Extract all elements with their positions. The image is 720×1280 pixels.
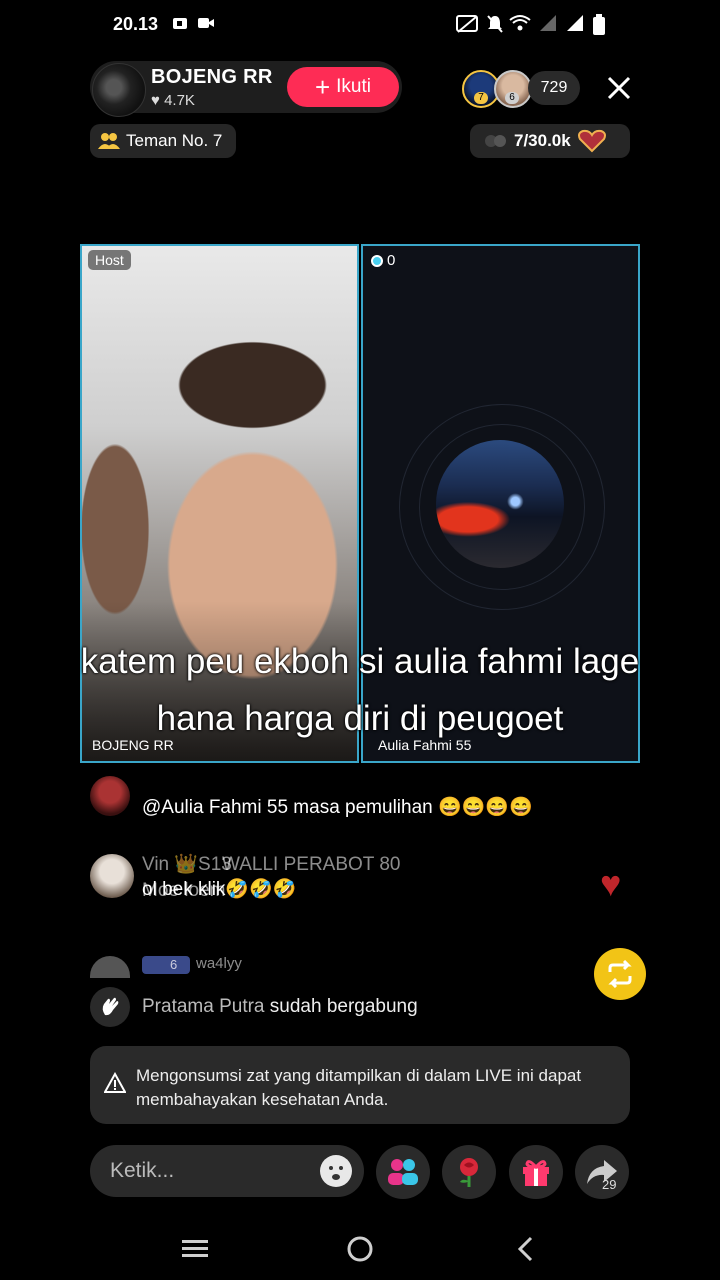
emoji-button[interactable] xyxy=(320,1155,352,1187)
comment-avatar-2[interactable] xyxy=(90,854,134,898)
warning-icon xyxy=(103,1071,127,1094)
status-time: 20.13 xyxy=(113,14,159,34)
notification-icon xyxy=(172,14,188,37)
signal-icon-1 xyxy=(538,14,558,37)
people-icon xyxy=(98,133,120,149)
teman-pill[interactable]: Teman No. 7 xyxy=(90,124,236,158)
home-icon xyxy=(347,1236,373,1262)
comment-user-b[interactable]: WALLI PERABOT 80 xyxy=(222,854,400,876)
wave-icon xyxy=(90,987,130,1027)
guest-score-value: 0 xyxy=(387,252,396,269)
battery-icon xyxy=(592,14,606,41)
recent-apps-button[interactable] xyxy=(181,1238,209,1265)
comment-mention: @Aulia Fahmi 55 masa pemulihan 😄😄😄😄 xyxy=(142,797,533,818)
mute-icon xyxy=(486,14,504,39)
host-tag: Host xyxy=(88,250,131,270)
teman-label: Teman No. 7 xyxy=(126,131,223,150)
comment-level-badge: 6 xyxy=(142,956,190,974)
team-avatars-icon xyxy=(485,135,506,147)
host-name[interactable]: BOJENG RR xyxy=(151,66,273,89)
chat-placeholder: Ketik... xyxy=(110,1159,175,1182)
viewer-badge-2: 6 xyxy=(505,92,519,104)
host-likes: ♥ 4.7K xyxy=(151,92,195,109)
rose-icon xyxy=(460,1158,478,1187)
host-likes-count: 4.7K xyxy=(164,92,195,109)
comment-user-a[interactable]: Vin 👑S13 xyxy=(142,852,232,876)
heart-icon: ♥ xyxy=(151,92,160,109)
signal-icon-2 xyxy=(565,14,585,37)
cast-icon xyxy=(455,14,479,39)
guest-request-button[interactable] xyxy=(376,1145,430,1199)
plus-icon: + xyxy=(314,72,331,102)
emoji-icon xyxy=(321,1156,351,1186)
join-notice: Pratama Putra sudah bergabung xyxy=(142,996,418,1018)
join-user-name[interactable]: Pratama Putra xyxy=(142,996,265,1017)
score-icon xyxy=(371,254,383,267)
gift-icon xyxy=(523,1160,549,1186)
rank-progress: 7/30.0k xyxy=(514,131,571,150)
gift-heart-icon xyxy=(577,129,606,153)
back-icon xyxy=(517,1236,533,1262)
comment-user-c[interactable]: wa4lyy xyxy=(196,955,242,972)
floating-heart-icon: ♥ xyxy=(600,863,622,904)
follow-button[interactable]: + Ikuti xyxy=(287,67,399,107)
viewer-count: 729 xyxy=(540,79,568,96)
gift-button[interactable] xyxy=(509,1145,563,1199)
home-button[interactable] xyxy=(346,1235,374,1268)
back-button[interactable] xyxy=(516,1236,536,1267)
guest-avatar[interactable] xyxy=(436,440,564,568)
viewer-badge-1: 7 xyxy=(474,92,488,104)
wifi-icon xyxy=(509,14,531,37)
repost-button[interactable] xyxy=(594,948,646,1000)
join-text: sudah bergabung xyxy=(269,996,418,1017)
close-button[interactable] xyxy=(602,70,636,106)
people-add-icon xyxy=(388,1159,418,1185)
video-record-icon xyxy=(197,14,215,37)
comment-avatar-1[interactable] xyxy=(90,776,130,816)
comment-avatar-3[interactable] xyxy=(90,956,130,978)
health-warning-banner: Mengonsumsi zat yang ditampilkan di dala… xyxy=(90,1046,630,1124)
rank-progress-pill[interactable]: 7/30.0k xyxy=(470,124,630,158)
repost-icon xyxy=(608,960,632,988)
close-icon xyxy=(607,76,631,100)
rose-gift-button[interactable] xyxy=(442,1145,496,1199)
comment-text-b: Moe loem xyxy=(142,880,226,901)
guest-score: 0 xyxy=(371,252,395,269)
recent-apps-icon xyxy=(182,1240,208,1257)
follow-label: Ikuti xyxy=(336,76,372,97)
host-avatar[interactable] xyxy=(92,63,146,117)
share-count: 29 xyxy=(602,1177,617,1192)
video-caption-overlay: katem peu ekboh si aulia fahmi lage hana… xyxy=(80,642,640,738)
